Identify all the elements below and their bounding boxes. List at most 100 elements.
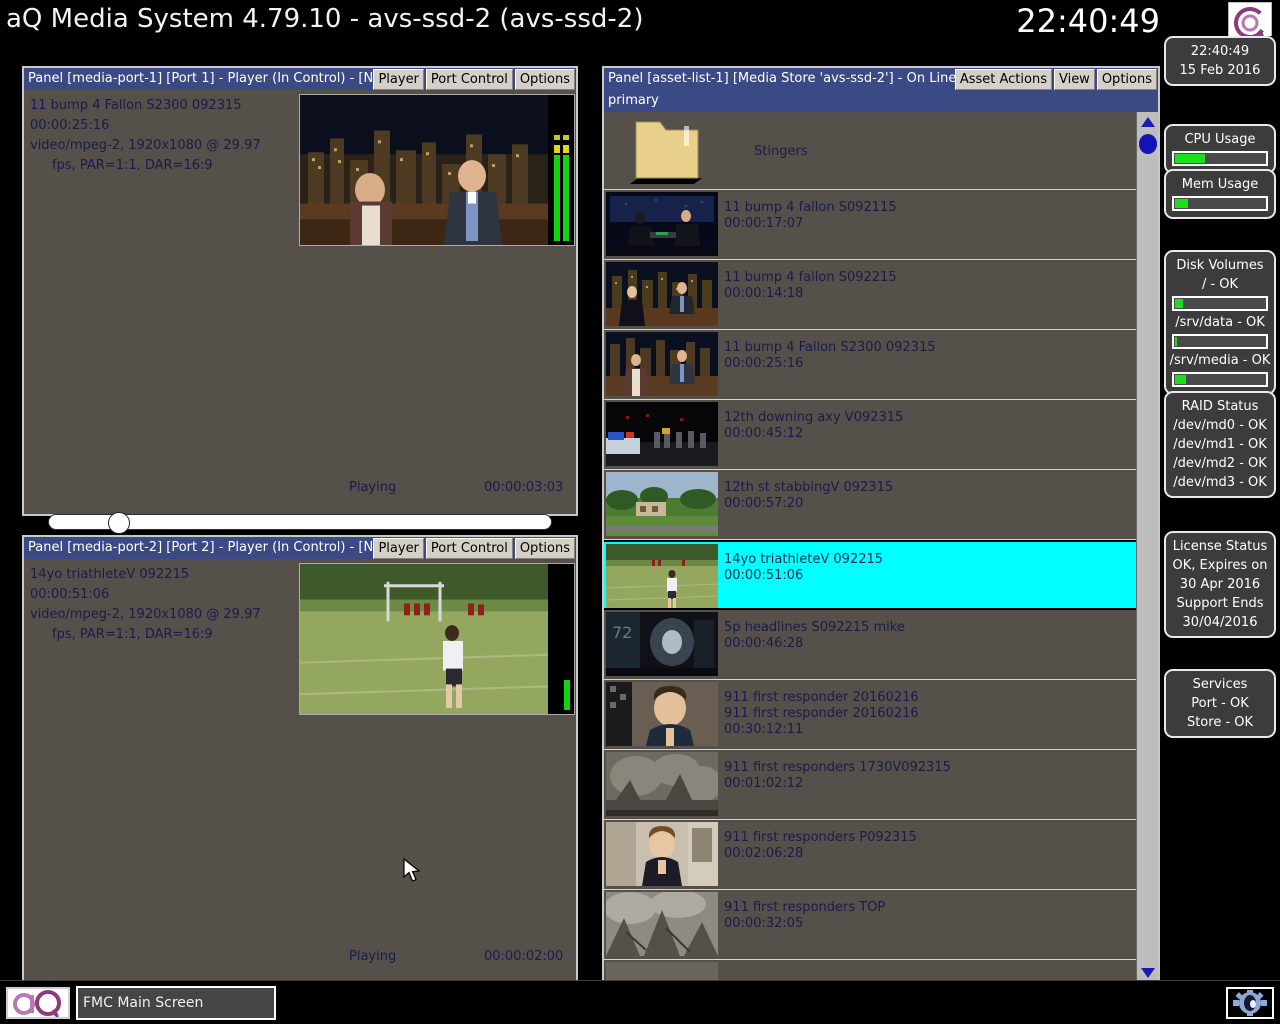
table-row[interactable]: 11 bump 4 fallon S092115 00:00:17:07 xyxy=(604,190,1136,260)
player-2-menu-group[interactable]: Player Port Control Options xyxy=(373,538,575,559)
table-row[interactable]: 72 5p headlines S092215 mike 00:00:46:28 xyxy=(604,610,1136,680)
asset-name: 5p headlines S092215 mike xyxy=(724,620,905,635)
table-row[interactable]: 11 bump 4 fallon S092215 00:00:14:18 xyxy=(604,260,1136,330)
player-1-title-text: Panel [media-port-1] [Port 1] - Player (… xyxy=(28,71,382,86)
view-menu-button[interactable]: View xyxy=(1053,69,1095,90)
asset-duration: 00:00:46:28 xyxy=(724,636,804,651)
options-menu-button[interactable]: Options xyxy=(1096,69,1157,90)
player-1-clip-name: 11 bump 4 Fallon S2300 092315 xyxy=(30,98,242,113)
player-2-format-line2: fps, PAR=1:1, DAR=16:9 xyxy=(52,627,213,642)
asset-list-panel[interactable]: Panel [asset-list-1] [Media Store 'avs-s… xyxy=(602,66,1160,985)
taskbar-window-button[interactable]: FMC Main Screen xyxy=(76,986,276,1020)
disk-volume-fill-0 xyxy=(1175,299,1184,308)
raid-device-3: /dev/md3 - OK xyxy=(1173,475,1267,490)
player-1-format-line1: video/mpeg-2, 1920x1080 @ 29.97 xyxy=(30,138,261,153)
license-line-1: 30 Apr 2016 xyxy=(1179,577,1261,592)
mem-usage-box: Mem Usage xyxy=(1164,169,1276,219)
scroll-up-arrow-icon[interactable] xyxy=(1137,112,1159,132)
scroll-thumb[interactable] xyxy=(1139,134,1157,154)
player-1-video-preview[interactable] xyxy=(299,94,575,246)
asset-list-store-name: primary xyxy=(608,93,659,108)
cpu-usage-box: CPU Usage xyxy=(1164,124,1276,174)
asset-row-text xyxy=(718,960,724,970)
player-1-scrubber-thumb[interactable] xyxy=(108,512,131,534)
asset-duration: 00:00:45:12 xyxy=(724,426,804,441)
asset-list-menu-group[interactable]: Asset Actions View Options xyxy=(954,69,1157,90)
port-control-menu-button[interactable]: Port Control xyxy=(425,69,513,90)
player-1-state: Playing xyxy=(349,480,397,495)
table-row[interactable]: 911 first responders TOP 00:00:32:05 xyxy=(604,890,1136,960)
asset-thumbnail xyxy=(604,890,718,959)
player-1-duration: 00:00:25:16 xyxy=(30,118,110,133)
table-row[interactable]: 911 first responders P092315 00:02:06:28 xyxy=(604,820,1136,890)
port-control-menu-button[interactable]: Port Control xyxy=(425,538,513,559)
asset-name: 14yo triathleteV 092215 xyxy=(724,552,884,567)
asset-thumbnail xyxy=(604,750,718,819)
player-panel-2[interactable]: Panel [media-port-2] [Port 2] - Player (… xyxy=(22,535,578,1024)
disk-volume-bar-2 xyxy=(1172,372,1268,387)
disk-volumes-box: Disk Volumes / - OK /srv/data - OK /srv/… xyxy=(1164,250,1276,395)
player-1-scrubber[interactable] xyxy=(48,512,552,534)
asset-row-text: 12th downing axy V092315 00:00:45:12 xyxy=(718,400,903,442)
raid-device-2: /dev/md2 - OK xyxy=(1173,456,1267,471)
player-menu-button[interactable]: Player xyxy=(373,538,424,559)
player-1-audio-meters xyxy=(550,97,572,243)
table-row[interactable]: 11 bump 4 Fallon S2300 092315 00:00:25:1… xyxy=(604,330,1136,400)
asset-thumbnail xyxy=(604,400,718,469)
player-panel-1[interactable]: Panel [media-port-1] [Port 1] - Player (… xyxy=(22,66,578,582)
taskbar: FMC Main Screen xyxy=(0,980,1280,1024)
player-menu-button[interactable]: Player xyxy=(373,69,424,90)
player-2-metadata: 14yo triathleteV 092215 00:00:51:06 vide… xyxy=(30,565,310,645)
asset-thumbnail xyxy=(604,820,718,889)
asset-row-text: 14yo triathleteV 092215 00:00:51:06 xyxy=(718,542,883,584)
asset-duration: 00:01:02:12 xyxy=(724,776,804,791)
asset-name: 911 first responder 20160216 xyxy=(724,690,919,705)
disk-volume-label-1: /srv/data - OK xyxy=(1175,315,1265,330)
asset-row-text: 911 first responder 20160216 911 first r… xyxy=(718,680,919,738)
table-row[interactable]: 911 first responder 20160216 911 first r… xyxy=(604,680,1136,750)
service-port-status: Port - OK xyxy=(1191,696,1249,711)
options-menu-button[interactable]: Options xyxy=(514,538,575,559)
asset-list-scrollbar[interactable] xyxy=(1136,112,1159,983)
asset-name: 11 bump 4 fallon S092215 xyxy=(724,270,897,285)
table-row[interactable]: 12th st stabbingV 092315 00:00:57:20 xyxy=(604,470,1136,540)
options-menu-button[interactable]: Options xyxy=(514,69,575,90)
player-2-video-preview[interactable] xyxy=(299,563,575,715)
services-box: Services Port - OK Store - OK xyxy=(1164,669,1276,738)
asset-thumbnail xyxy=(604,190,718,259)
asset-name: 11 bump 4 Fallon S2300 092315 xyxy=(724,340,936,355)
asset-name: 11 bump 4 fallon S092115 xyxy=(724,200,897,215)
asset-list-rows[interactable]: Stingers 11 bump 4 fallon S092115 00:00:… xyxy=(604,112,1136,983)
asset-name: 911 first responders 1730V092315 xyxy=(724,760,951,775)
player-2-video-frame xyxy=(300,564,548,714)
license-status-box: License Status OK, Expires on 30 Apr 201… xyxy=(1164,531,1276,638)
status-rail: 22:40:49 15 Feb 2016 CPU Usage Mem Usage… xyxy=(1160,36,1280,980)
license-line-2: Support Ends xyxy=(1176,596,1264,611)
table-row[interactable]: 12th downing axy V092315 00:00:45:12 xyxy=(604,400,1136,470)
asset-duration: 00:00:57:20 xyxy=(724,496,804,511)
table-row[interactable]: 911 first responders 1730V092315 00:01:0… xyxy=(604,750,1136,820)
gear-icon[interactable] xyxy=(1226,987,1274,1019)
player-1-video-frame xyxy=(300,95,548,245)
asset-name: 911 first responders TOP xyxy=(724,900,886,915)
cpu-usage-label: CPU Usage xyxy=(1184,132,1256,147)
list-item-folder[interactable]: Stingers xyxy=(604,112,1136,190)
cpu-usage-bar xyxy=(1172,151,1268,166)
player-2-duration: 00:00:51:06 xyxy=(30,587,110,602)
player-1-menu-group[interactable]: Player Port Control Options xyxy=(373,69,575,90)
folder-icon xyxy=(604,112,718,189)
asset-name: 911 first responders P092315 xyxy=(724,830,917,845)
raid-device-0: /dev/md0 - OK xyxy=(1173,418,1267,433)
asset-name: 12th st stabbingV 092315 xyxy=(724,480,894,495)
aq-wordmark-logo-icon[interactable] xyxy=(6,987,70,1019)
asset-row-text: 11 bump 4 fallon S092215 00:00:14:18 xyxy=(718,260,897,302)
table-row-selected[interactable]: 14yo triathleteV 092215 00:00:51:06 xyxy=(604,540,1136,610)
asset-actions-menu-button[interactable]: Asset Actions xyxy=(954,69,1052,90)
license-status-title: License Status xyxy=(1172,539,1268,554)
asset-list-titlebar: Panel [asset-list-1] [Media Store 'avs-s… xyxy=(604,68,1158,112)
player-2-titlebar: Panel [media-port-2] [Port 2] - Player (… xyxy=(24,537,576,559)
app-title: aQ Media System 4.79.10 - avs-ssd-2 (avs… xyxy=(6,4,644,34)
disk-volume-label-2: /srv/media - OK xyxy=(1169,353,1271,368)
disk-volume-fill-1 xyxy=(1175,337,1177,346)
app-root: aQ Media System 4.79.10 - avs-ssd-2 (avs… xyxy=(0,0,1280,1024)
